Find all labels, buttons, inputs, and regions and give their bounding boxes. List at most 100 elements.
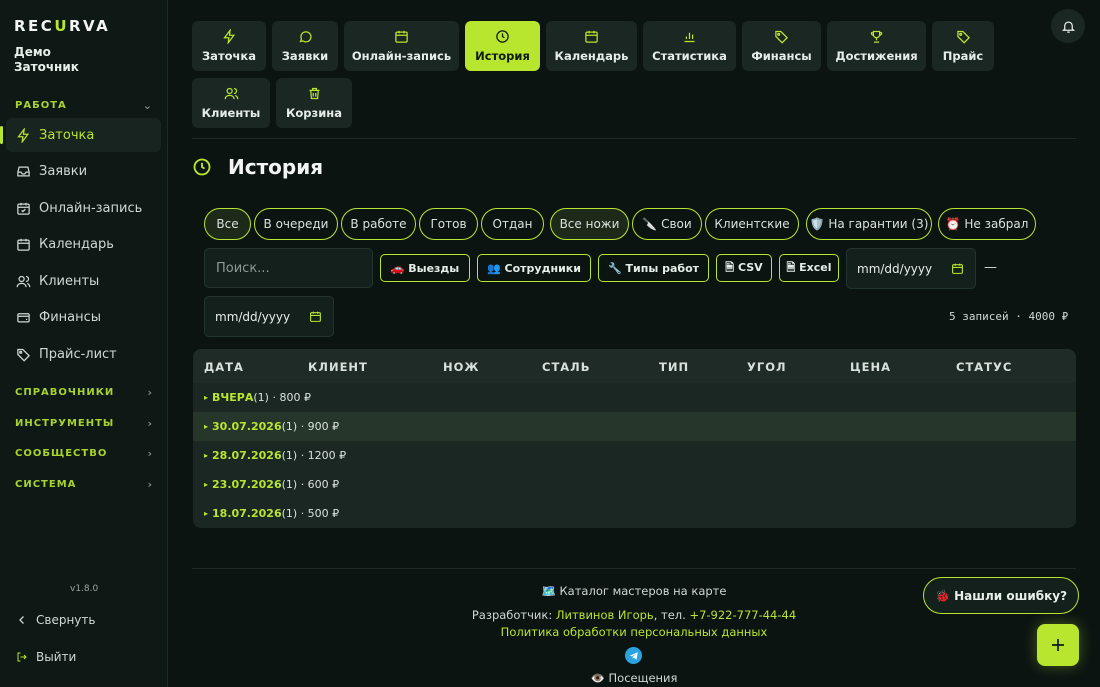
telegram-icon[interactable] (625, 647, 642, 664)
trips-button[interactable]: 🚗 Выезды (380, 254, 470, 282)
work-types-button[interactable]: 🔧 Типы работ (598, 254, 709, 282)
chevron-right-icon: › (147, 417, 153, 430)
filter-client-knives[interactable]: Клиентские (705, 208, 799, 240)
sidebar-item-clients[interactable]: Клиенты (6, 264, 161, 298)
table-group-row[interactable]: ▸ 28.07.2026 (1) · 1200 ₽ (193, 441, 1076, 470)
filter-queued[interactable]: В очереди (254, 208, 338, 240)
user-name-line: Демо (14, 45, 51, 59)
chevron-right-icon: › (147, 478, 153, 491)
date-range-separator: — (984, 260, 997, 275)
header-divider (192, 138, 1076, 139)
column-header-status[interactable]: СТАТУС (956, 360, 1012, 374)
column-header-price[interactable]: ЦЕНА (850, 360, 891, 374)
tab-online-booking[interactable]: Онлайн-запись (344, 21, 459, 71)
table-group-row[interactable]: ▸ 18.07.2026 (1) · 500 ₽ (193, 499, 1076, 528)
filter-warranty[interactable]: 🛡️ На гарантии (3) (806, 208, 932, 240)
calendar-icon (17, 238, 30, 251)
caret-right-icon: ▸ (204, 422, 209, 431)
sidebar-item-online-booking[interactable]: Онлайн-запись (6, 191, 161, 225)
sidebar-item-price-list[interactable]: Прайс-лист (6, 337, 161, 371)
developer-phone-link[interactable]: +7-922-777-44-44 (689, 608, 796, 622)
logo-part: RVA (69, 17, 111, 35)
column-header-date[interactable]: ДАТА (204, 360, 244, 374)
chevron-down-icon: ⌄ (142, 99, 153, 112)
section-system[interactable]: СИСТЕМА › (15, 478, 153, 491)
tab-requests[interactable]: Заявки (272, 21, 338, 71)
tab-sharpening[interactable]: Заточка (192, 21, 266, 71)
employees-button[interactable]: 👥 Сотрудники (477, 254, 591, 282)
table-group-row[interactable]: ▸ 30.07.2026 (1) · 900 ₽ (193, 412, 1076, 441)
tab-clients[interactable]: Клиенты (192, 78, 270, 128)
report-bug-button[interactable]: 🐞 Нашли ошибку? (923, 577, 1079, 614)
developer-prefix: Разработчик: (471, 608, 556, 622)
collapse-button[interactable]: Свернуть (16, 613, 95, 627)
trash-icon (309, 87, 319, 100)
group-info: (1) · 600 ₽ (281, 478, 340, 491)
wallet-icon (17, 312, 30, 322)
visits-link[interactable]: 👁️ Посещения (192, 671, 1076, 685)
calendar-check-icon (17, 202, 30, 215)
add-button[interactable] (1037, 624, 1079, 666)
section-community[interactable]: СООБЩЕСТВО › (15, 447, 153, 460)
filter-ready[interactable]: Готов (419, 208, 478, 240)
table-group-row[interactable]: ▸ 23.07.2026 (1) · 600 ₽ (193, 470, 1076, 499)
column-header-steel[interactable]: СТАЛЬ (542, 360, 591, 374)
collapse-label: Свернуть (36, 613, 96, 627)
tab-price[interactable]: Прайс (932, 21, 994, 71)
search-input[interactable] (204, 248, 373, 288)
column-header-client[interactable]: КЛИЕНТ (308, 360, 368, 374)
column-header-knife[interactable]: НОЖ (443, 360, 479, 374)
calendar-icon (585, 30, 598, 43)
group-date: 30.07.2026 (212, 420, 282, 433)
calendar-icon[interactable] (951, 262, 964, 275)
section-work[interactable]: РАБОТА ⌄ (15, 99, 153, 112)
tab-achievements[interactable]: Достижения (827, 21, 926, 71)
filter-all-knives[interactable]: Все ножи (550, 208, 629, 240)
notifications-button[interactable] (1051, 9, 1085, 43)
group-info: (1) · 500 ₽ (281, 507, 340, 520)
tab-history[interactable]: История (465, 21, 540, 71)
group-date: 23.07.2026 (212, 478, 282, 491)
filter-not-picked-up[interactable]: ⏰ Не забрал (938, 208, 1036, 240)
tab-statistics[interactable]: Статистика (643, 21, 736, 71)
tab-trash[interactable]: Корзина (276, 78, 352, 128)
sidebar-item-requests[interactable]: Заявки (6, 154, 161, 188)
tab-label: Заточка (202, 49, 256, 63)
tab-calendar[interactable]: Календарь (546, 21, 637, 71)
telegram-plane-icon (629, 651, 638, 660)
column-header-type[interactable]: ТИП (659, 360, 689, 374)
plus-icon (1052, 639, 1064, 651)
logo-accent: U (54, 17, 69, 35)
table-group-row[interactable]: ▸ ВЧЕРА (1) · 800 ₽ (193, 383, 1076, 412)
developer-name-link[interactable]: Литвинов Игорь (556, 608, 654, 622)
tab-label: Статистика (652, 49, 727, 63)
calendar-icon[interactable] (309, 310, 322, 323)
caret-right-icon: ▸ (204, 393, 209, 402)
bolt-icon (17, 127, 30, 143)
sidebar-item-label: Клиенты (39, 273, 100, 289)
filter-handed-over[interactable]: Отдан (481, 208, 544, 240)
filter-own-knives[interactable]: 🔪 Свои (632, 208, 702, 240)
section-label: СПРАВОЧНИКИ (15, 387, 115, 398)
date-to-input[interactable]: mm/dd/yyyy (204, 296, 334, 337)
privacy-policy-link[interactable]: Политика обработки персональных данных (192, 625, 1076, 639)
tab-finance[interactable]: Финансы (742, 21, 821, 71)
phone-prefix: , тел. (653, 608, 690, 622)
export-excel-button[interactable]: 🗎 Excel (779, 254, 839, 282)
filter-in-progress[interactable]: В работе (341, 208, 416, 240)
logout-button[interactable]: Выйти (16, 650, 76, 664)
column-header-angle[interactable]: УГОЛ (747, 360, 787, 374)
sidebar-item-sharpening[interactable]: Заточка (0, 118, 161, 152)
app-logo[interactable]: RECURVA (14, 17, 110, 35)
sidebar-item-finance[interactable]: Финансы (6, 300, 161, 334)
export-csv-button[interactable]: 🗎 CSV (716, 254, 772, 282)
tag-icon (775, 30, 789, 44)
date-from-input[interactable]: mm/dd/yyyy (846, 248, 976, 289)
tag-icon (956, 30, 970, 44)
sidebar-item-calendar[interactable]: Календарь (6, 227, 161, 261)
section-tools[interactable]: ИНСТРУМЕНТЫ › (15, 417, 153, 430)
filter-all[interactable]: Все (204, 208, 251, 240)
section-label: РАБОТА (15, 100, 67, 111)
section-references[interactable]: СПРАВОЧНИКИ › (15, 386, 153, 399)
section-label: СООБЩЕСТВО (15, 448, 108, 459)
